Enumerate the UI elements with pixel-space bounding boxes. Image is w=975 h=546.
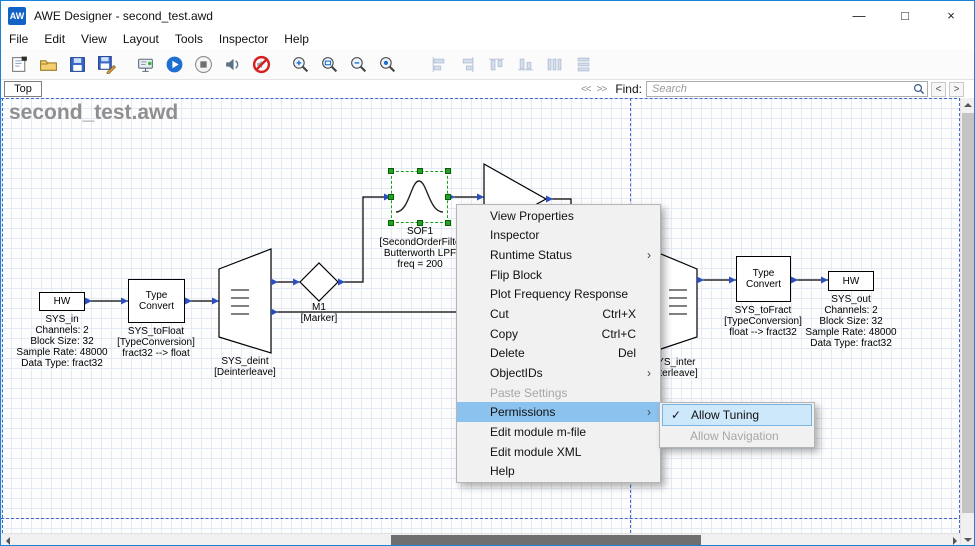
context-menu: View Properties Inspector Runtime Status… <box>456 204 661 483</box>
menu-edit[interactable]: Edit <box>36 30 73 49</box>
find-label: Find: <box>615 82 642 96</box>
save-as-icon[interactable] <box>93 51 120 77</box>
menu-item-permissions[interactable]: Permissions› <box>457 402 660 422</box>
close-button[interactable]: × <box>928 1 974 30</box>
caption-sys-deint: SYS_deint [Deinterleave] <box>195 356 295 378</box>
menu-tools[interactable]: Tools <box>167 30 211 49</box>
find-bar: << >> Find: < > <box>578 80 964 98</box>
zoom-fit-icon[interactable] <box>374 51 401 77</box>
block-sof1[interactable] <box>391 171 448 223</box>
menu-item-edit-module-m-file[interactable]: Edit module m-file <box>457 422 660 442</box>
menu-item-view-properties[interactable]: View Properties <box>457 206 660 226</box>
stop-icon[interactable] <box>190 51 217 77</box>
caption-m1: M1 [Marker] <box>269 302 369 324</box>
tab-row: Top << >> Find: < > <box>1 80 974 98</box>
menu-item-objectids[interactable]: ObjectIDs› <box>457 363 660 383</box>
align-top-icon <box>483 51 510 77</box>
search-icon[interactable] <box>913 83 925 98</box>
menu-item-flip-block[interactable]: Flip Block <box>457 265 660 285</box>
toolbar <box>1 49 974 80</box>
block-sys-tofloat[interactable]: Type Convert <box>128 279 185 323</box>
new-design-icon[interactable] <box>6 51 33 77</box>
tab-top[interactable]: Top <box>4 81 42 97</box>
app-icon: AW <box>8 7 26 25</box>
submenu-arrow-icon: › <box>647 248 651 262</box>
block-m1-shape <box>300 263 338 301</box>
block-sys-out-label: HW <box>843 276 860 287</box>
find-input[interactable] <box>646 81 928 97</box>
align-bottom-icon <box>512 51 539 77</box>
canvas-title: second_test.awd <box>9 101 178 125</box>
submenu-arrow-icon: › <box>647 366 651 380</box>
menu-bar: File Edit View Layout Tools Inspector He… <box>1 30 974 49</box>
vertical-scrollbar[interactable] <box>960 98 974 546</box>
scroll-up-icon[interactable] <box>961 98 975 112</box>
design-canvas[interactable]: second_test.awd <box>1 98 962 533</box>
distribute-vertical-icon <box>570 51 597 77</box>
menu-item-runtime-status[interactable]: Runtime Status› <box>457 245 660 265</box>
scroll-down-icon[interactable] <box>961 533 975 546</box>
caption-sys-in: SYS_in Channels: 2 Block Size: 32 Sample… <box>12 314 112 369</box>
align-right-icon <box>454 51 481 77</box>
permissions-submenu: ✓ Allow Tuning Allow Navigation <box>659 402 815 448</box>
menu-item-cut[interactable]: CutCtrl+X <box>457 304 660 324</box>
block-sys-tofract[interactable]: Type Convert <box>736 256 791 302</box>
menu-inspector[interactable]: Inspector <box>211 30 276 49</box>
window-title: AWE Designer - second_test.awd <box>34 9 213 23</box>
block-sys-tofloat-label: Type Convert <box>137 290 176 312</box>
distribute-horizontal-icon <box>541 51 568 77</box>
zoom-window-icon[interactable] <box>316 51 343 77</box>
find-prev-all-button[interactable]: << <box>581 84 591 95</box>
caption-sys-tofract: SYS_toFract [TypeConversion] float --> f… <box>713 305 813 338</box>
find-next-button[interactable]: > <box>949 82 964 97</box>
menu-item-edit-module-xml[interactable]: Edit module XML <box>457 442 660 462</box>
menu-item-copy[interactable]: CopyCtrl+C <box>457 324 660 344</box>
horizontal-scrollbar[interactable] <box>1 533 962 546</box>
block-sys-deint-shape <box>219 249 271 353</box>
vertical-scroll-thumb[interactable] <box>962 113 974 513</box>
target-connect-icon[interactable] <box>132 51 159 77</box>
scroll-left-icon[interactable] <box>1 534 15 546</box>
title-bar: AW AWE Designer - second_test.awd — □ × <box>1 1 974 30</box>
save-icon[interactable] <box>64 51 91 77</box>
menu-item-plot-frequency-response[interactable]: Plot Frequency Response <box>457 285 660 305</box>
maximize-button[interactable]: □ <box>882 1 928 30</box>
submenu-item-allow-tuning[interactable]: ✓ Allow Tuning <box>662 404 812 426</box>
zoom-out-icon[interactable] <box>345 51 372 77</box>
menu-help[interactable]: Help <box>276 30 317 49</box>
menu-item-paste-settings[interactable]: Paste Settings <box>457 383 660 403</box>
menu-layout[interactable]: Layout <box>115 30 167 49</box>
app-window: AW AWE Designer - second_test.awd — □ × … <box>0 0 975 546</box>
menu-item-help[interactable]: Help <box>457 461 660 481</box>
bell-curve-icon <box>392 172 447 222</box>
halt-audio-icon[interactable] <box>248 51 275 77</box>
menu-view[interactable]: View <box>73 30 115 49</box>
caption-sys-tofloat: SYS_toFloat [TypeConversion] fract32 -->… <box>106 326 206 359</box>
block-sys-in[interactable]: HW <box>39 292 85 311</box>
run-icon[interactable] <box>161 51 188 77</box>
align-left-icon <box>425 51 452 77</box>
submenu-arrow-icon: › <box>647 405 651 419</box>
minimize-button[interactable]: — <box>836 1 882 30</box>
find-prev-button[interactable]: < <box>931 82 946 97</box>
horizontal-scroll-thumb[interactable] <box>391 535 701 546</box>
find-next-all-button[interactable]: >> <box>597 84 607 95</box>
zoom-in-icon[interactable] <box>287 51 314 77</box>
block-sys-out[interactable]: HW <box>828 271 874 291</box>
block-sys-in-label: HW <box>54 296 71 307</box>
caption-sof1: SOF1 [SecondOrderFilte Butterworth LPF f… <box>370 226 470 270</box>
open-icon[interactable] <box>35 51 62 77</box>
block-sys-tofract-label: Type Convert <box>745 268 782 290</box>
submenu-item-allow-navigation[interactable]: Allow Navigation <box>662 426 812 446</box>
menu-item-inspector[interactable]: Inspector <box>457 226 660 246</box>
caption-sys-out: SYS_out Channels: 2 Block Size: 32 Sampl… <box>801 294 901 349</box>
checkmark-icon: ✓ <box>671 408 681 422</box>
menu-item-delete[interactable]: DeleteDel <box>457 343 660 363</box>
menu-file[interactable]: File <box>1 30 36 49</box>
audio-config-icon[interactable] <box>219 51 246 77</box>
